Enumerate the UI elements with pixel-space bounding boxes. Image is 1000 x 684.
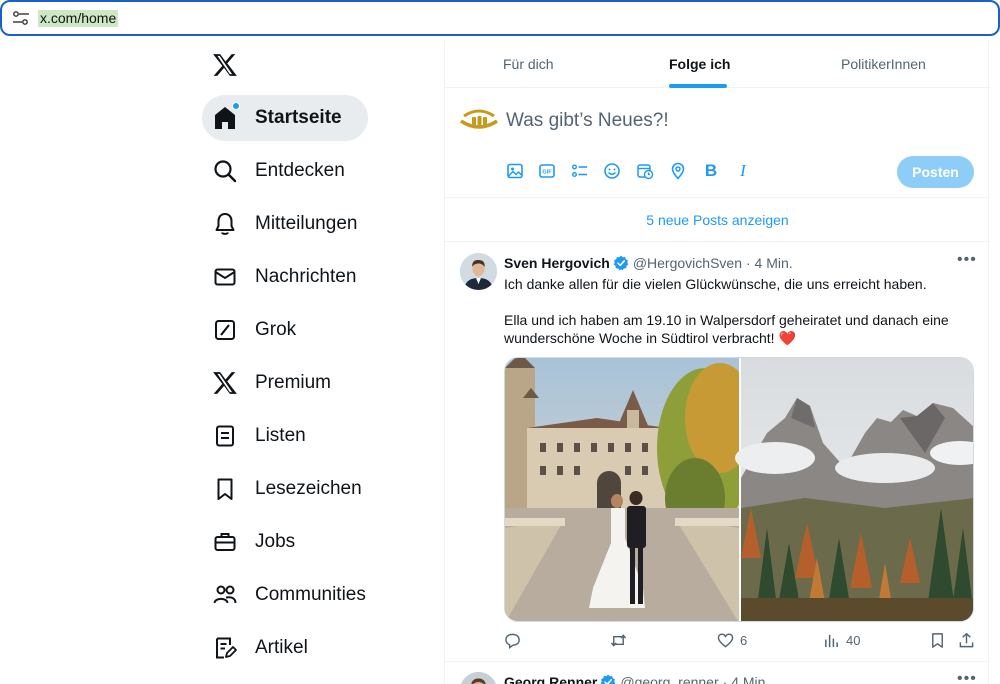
tweet-text-line: wunderschöne Woche in Südtirol verbracht… (504, 330, 796, 346)
like-button[interactable]: 6 (717, 632, 747, 649)
avatar[interactable] (460, 253, 497, 290)
bookmark-button[interactable] (929, 632, 946, 649)
sidebar-item-label: Premium (255, 372, 332, 393)
x-logo-icon[interactable] (212, 53, 238, 77)
gif-icon[interactable]: GIF (538, 162, 556, 180)
sidebar-item-label: Lesezeichen (255, 478, 362, 499)
sidebar-item-label: Startseite (255, 107, 342, 128)
people-icon (212, 582, 238, 608)
svg-text:GIF: GIF (542, 170, 552, 176)
wedding-photo[interactable] (505, 358, 755, 622)
url-text[interactable]: x.com/home (38, 10, 119, 27)
post-timestamp[interactable]: · 4 Min. (746, 255, 793, 271)
mail-icon (212, 264, 238, 290)
tweet-header: Sven Hergovich @HergovichSven · 4 Min. (504, 255, 793, 271)
home-icon (212, 102, 240, 131)
post-button[interactable]: Posten (897, 156, 974, 188)
reply-button[interactable] (504, 632, 521, 649)
sidebar-item-listen[interactable]: Listen (202, 413, 306, 459)
sidebar-item-label: Nachrichten (255, 266, 357, 287)
author-handle[interactable]: @HergovichSven (633, 255, 742, 271)
bold-icon[interactable]: B (702, 161, 720, 180)
sidebar-item-startseite[interactable]: Startseite (202, 95, 368, 141)
location-icon[interactable] (669, 162, 687, 180)
post-timestamp[interactable]: · 4 Min. (723, 674, 770, 684)
compose-input[interactable]: Was gibt’s Neues?! (506, 110, 669, 132)
reply-icon (505, 633, 520, 649)
italic-icon[interactable]: I (734, 161, 752, 180)
notification-dot (232, 102, 240, 110)
divider (445, 661, 990, 662)
more-options-icon[interactable]: ••• (957, 251, 977, 269)
site-settings-icon[interactable] (12, 11, 30, 25)
view-count: 40 (846, 633, 861, 648)
grok-icon (212, 317, 238, 343)
list-icon (212, 423, 238, 449)
article-icon (212, 635, 238, 661)
sidebar-item-label: Communities (255, 584, 366, 605)
more-options-icon[interactable]: ••• (957, 670, 977, 684)
sidebar-item-jobs[interactable]: Jobs (202, 519, 295, 565)
sidebar-item-label: Entdecken (255, 160, 345, 181)
sidebar-item-nachrichten[interactable]: Nachrichten (202, 254, 356, 300)
timeline-tabs: Für dich Folge ich PolitikerInnen (445, 40, 990, 88)
tweet-header: Georg Renner @georg_renner · 4 Min. (504, 674, 769, 684)
mountain-photo[interactable] (735, 358, 974, 622)
browser-url-bar[interactable]: x.com/home (0, 0, 1000, 36)
verified-badge-icon (613, 255, 629, 271)
sidebar-item-premium[interactable]: Premium (202, 360, 331, 406)
repost-button[interactable] (610, 632, 627, 649)
share-icon (959, 632, 974, 648)
repost-icon (610, 634, 627, 647)
tweet-actions: 6 40 (504, 632, 974, 652)
author-name[interactable]: Georg Renner (504, 674, 597, 684)
timeline-column: Für dich Folge ich PolitikerInnen Was gi… (444, 40, 990, 684)
sidebar-item-entdecken[interactable]: Entdecken (202, 148, 345, 194)
schedule-icon[interactable] (636, 162, 654, 180)
tweet-text-line: Ella und ich haben am 19.10 in Walpersdo… (504, 312, 949, 328)
like-count: 6 (740, 633, 748, 648)
active-tab-indicator (669, 84, 727, 88)
tweet-text-line: Ich danke allen für die vielen Glückwüns… (504, 276, 927, 292)
sidebar-item-mitteilungen[interactable]: Mitteilungen (202, 201, 357, 247)
share-button[interactable] (958, 632, 975, 649)
author-handle[interactable]: @georg_renner (620, 674, 718, 684)
image-icon[interactable] (506, 162, 524, 180)
sidebar-item-label: Grok (255, 319, 297, 340)
verified-badge-icon (601, 674, 616, 684)
sidebar-item-communities[interactable]: Communities (202, 572, 366, 618)
sidebar-item-label: Mitteilungen (255, 213, 358, 234)
views-button[interactable]: 40 (823, 632, 860, 649)
sidebar-item-grok[interactable]: Grok (202, 307, 296, 353)
sidebar-item-artikel[interactable]: Artikel (202, 625, 308, 671)
search-icon (212, 158, 238, 184)
sidebar-item-label: Listen (255, 425, 306, 446)
sidebar-item-label: Jobs (255, 531, 296, 552)
tweet-media[interactable] (504, 357, 974, 622)
bell-icon (212, 211, 238, 237)
emoji-icon[interactable] (603, 162, 621, 180)
poll-icon[interactable] (571, 162, 589, 180)
briefcase-icon (212, 529, 238, 555)
heart-icon (717, 633, 734, 648)
sidebar-item-lesezeichen[interactable]: Lesezeichen (202, 466, 362, 512)
bookmark-icon (932, 633, 943, 648)
views-icon (825, 634, 838, 648)
avatar[interactable] (460, 672, 497, 684)
tab-politikerinnen[interactable]: PolitikerInnen (841, 56, 926, 72)
sidebar-item-label: Artikel (255, 637, 308, 658)
author-name[interactable]: Sven Hergovich (504, 255, 610, 271)
bookmark-icon (212, 476, 238, 502)
tab-folge-ich[interactable]: Folge ich (669, 56, 730, 72)
show-new-posts-link[interactable]: 5 neue Posts anzeigen (445, 198, 990, 242)
tab-fuer-dich[interactable]: Für dich (503, 56, 554, 72)
x-logo-icon (212, 370, 238, 396)
account-logo-avatar[interactable] (460, 107, 498, 135)
